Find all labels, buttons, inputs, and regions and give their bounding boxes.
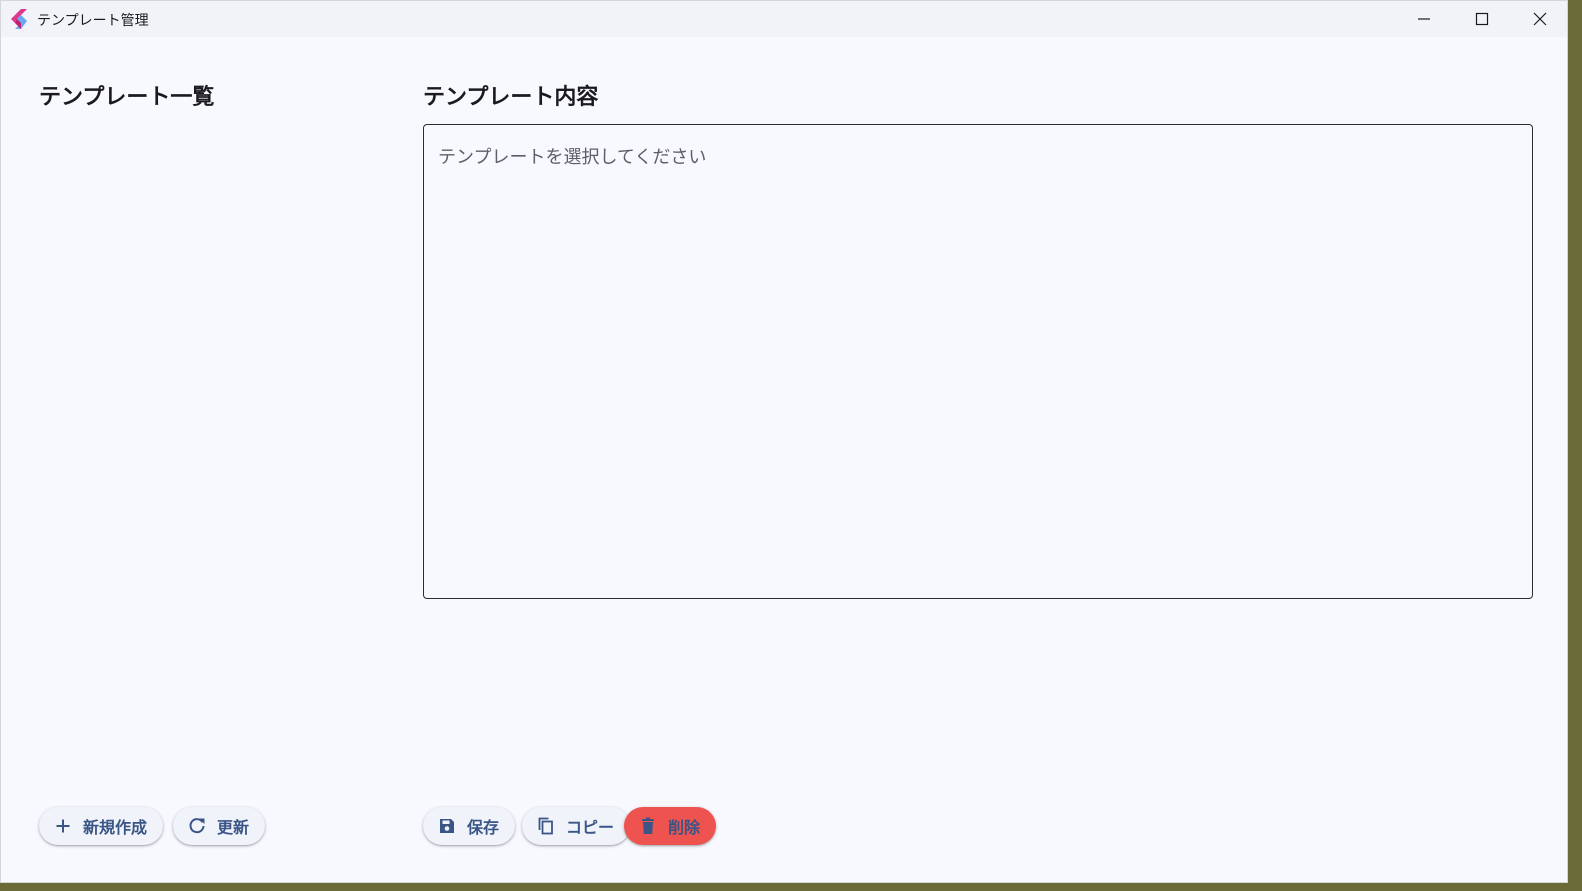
refresh-button[interactable]: 更新 bbox=[173, 807, 266, 845]
copy-label: コピー bbox=[566, 818, 615, 837]
copy-button[interactable]: コピー bbox=[522, 807, 631, 845]
title-bar[interactable]: テンプレート管理 bbox=[1, 1, 1567, 37]
maximize-icon bbox=[1475, 12, 1489, 26]
copy-icon bbox=[538, 817, 553, 835]
template-content-title: テンプレート内容 bbox=[423, 85, 599, 110]
refresh-label: 更新 bbox=[217, 818, 250, 837]
minimize-button[interactable] bbox=[1401, 1, 1447, 37]
delete-button[interactable]: 削除 bbox=[624, 807, 717, 845]
new-template-label: 新規作成 bbox=[83, 818, 148, 837]
minimize-icon bbox=[1418, 18, 1430, 20]
close-icon bbox=[1533, 12, 1547, 26]
new-template-button[interactable]: 新規作成 bbox=[39, 807, 164, 845]
template-list-title: テンプレート一覧 bbox=[39, 85, 215, 110]
delete-label: 削除 bbox=[668, 818, 701, 837]
save-button[interactable]: 保存 bbox=[423, 807, 516, 845]
app-window: テンプレート管理 テンプレート一覧 テンプレート内容 新規作成 bbox=[0, 0, 1568, 883]
close-button[interactable] bbox=[1517, 1, 1563, 37]
maximize-button[interactable] bbox=[1459, 1, 1505, 37]
plus-icon bbox=[56, 819, 70, 833]
trash-icon bbox=[642, 817, 654, 834]
refresh-icon bbox=[189, 818, 205, 834]
save-label: 保存 bbox=[467, 818, 500, 837]
save-icon bbox=[440, 819, 454, 833]
template-content-editor[interactable] bbox=[423, 124, 1533, 599]
window-title: テンプレート管理 bbox=[37, 13, 149, 29]
app-logo-icon bbox=[11, 9, 27, 29]
